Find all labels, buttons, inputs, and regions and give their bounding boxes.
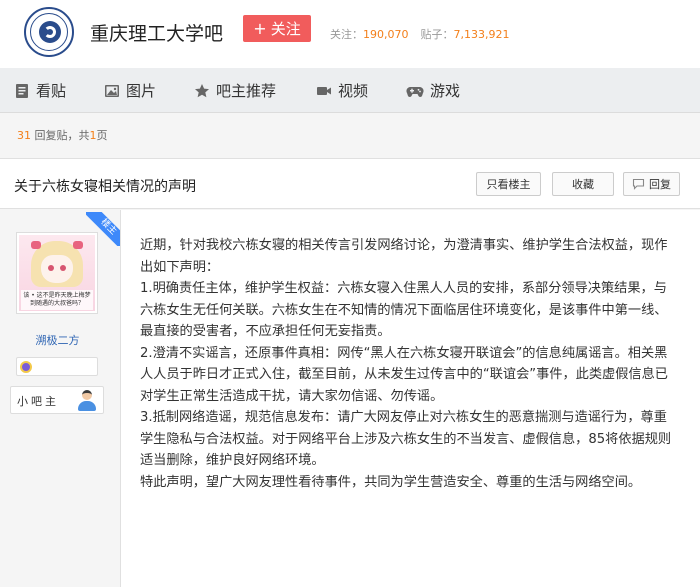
- plus-icon: +: [253, 19, 267, 38]
- tab-images[interactable]: 图片: [104, 68, 156, 113]
- avatar[interactable]: 该 • 这不是昨天晚上梅梦到随遇的大叔爸吗？: [16, 232, 98, 314]
- posts-label: 贴子：: [420, 28, 454, 41]
- reply-count-line: 31 回复贴，共1页: [17, 127, 108, 143]
- gamepad-icon: [406, 86, 424, 97]
- reply-button-label: 回复: [649, 178, 671, 191]
- tab-featured[interactable]: 吧主推荐: [194, 68, 276, 113]
- forum-name[interactable]: 重庆理工大学吧: [90, 19, 223, 46]
- thread-title-bar: 关于六栋女寝相关情况的声明 只看楼主 收藏 回复: [0, 158, 700, 209]
- favorite-button[interactable]: 收藏: [552, 172, 614, 196]
- thread-title: 关于六栋女寝相关情况的声明: [14, 179, 196, 195]
- tab-label: 吧主推荐: [216, 82, 277, 100]
- tab-label: 视频: [338, 82, 369, 100]
- comment-icon: [632, 178, 645, 190]
- image-icon: [105, 84, 119, 97]
- posts-count: 7,133,921: [453, 28, 510, 41]
- tab-view-posts[interactable]: 看贴: [14, 68, 66, 113]
- person-icon: [77, 390, 97, 412]
- forum-logo[interactable]: [24, 7, 74, 57]
- follow-label: 关注: [270, 20, 301, 38]
- reply-count-label: 回复贴，共: [34, 129, 90, 142]
- avatar-image: 该 • 这不是昨天晚上梅梦到随遇的大叔爸吗？: [19, 235, 95, 311]
- video-icon: [317, 86, 331, 95]
- page-suffix: 页: [96, 129, 108, 142]
- follow-button[interactable]: + 关注: [243, 15, 311, 42]
- reply-count: 31: [17, 129, 31, 142]
- author-username[interactable]: 溯极二方: [0, 332, 115, 348]
- tab-videos[interactable]: 视频: [316, 68, 368, 113]
- avatar-caption: 该 • 这不是昨天晚上梅梦到随遇的大叔爸吗？: [21, 290, 93, 310]
- tab-label: 看贴: [36, 82, 67, 100]
- reply-button[interactable]: 回复: [623, 172, 680, 196]
- tab-label: 游戏: [430, 82, 461, 100]
- logo-arc: [44, 26, 56, 38]
- post-paragraph: 近期，针对我校六栋女寝的相关传言引发网络讨论，为澄清事实、维护学生合法权益，现作…: [140, 238, 668, 275]
- star-icon: [195, 83, 209, 97]
- forum-stats: 关注：190,070 贴子：7,133,921: [330, 26, 509, 42]
- forum-tab-bar: 看贴 图片 吧主推荐 视频 游戏: [0, 68, 700, 113]
- role-badge: 小吧主: [10, 386, 104, 414]
- page-count: 1: [89, 129, 97, 142]
- tab-label: 图片: [126, 82, 157, 100]
- post-paragraph: 特此声明，望广大网友理性看待事件，共同为学生营造安全、尊重的生活与网络空间。: [140, 474, 642, 490]
- forum-header: 重庆理工大学吧 + 关注 关注：190,070 贴子：7,133,921: [0, 0, 700, 68]
- post-paragraph: 2.澄清不实谣言，还原事件真相：网传“黑人在六栋女寝开联谊会”的信息纯属谣言。相…: [140, 345, 668, 404]
- followers-count: 190,070: [363, 28, 409, 41]
- level-icon: [20, 361, 32, 373]
- only-op-button[interactable]: 只看楼主: [476, 172, 541, 196]
- role-label: 小吧主: [17, 395, 59, 408]
- document-icon: [16, 83, 28, 98]
- post-body: 近期，针对我校六栋女寝的相关传言引发网络讨论，为澄清事实、维护学生合法权益，现作…: [140, 235, 680, 493]
- followers-label: 关注：: [330, 28, 363, 41]
- post-paragraph: 3.抵制网络造谣，规范信息发布：请广大网友停止对六栋女生的恶意揣测与造谣行为，尊…: [140, 410, 672, 468]
- post-paragraph: 1.明确责任主体，维护学生权益：六栋女寝入住黑人人员的安排，系部分领导决策结果，…: [140, 281, 668, 339]
- level-badge[interactable]: [16, 357, 98, 376]
- tab-games[interactable]: 游戏: [406, 68, 460, 113]
